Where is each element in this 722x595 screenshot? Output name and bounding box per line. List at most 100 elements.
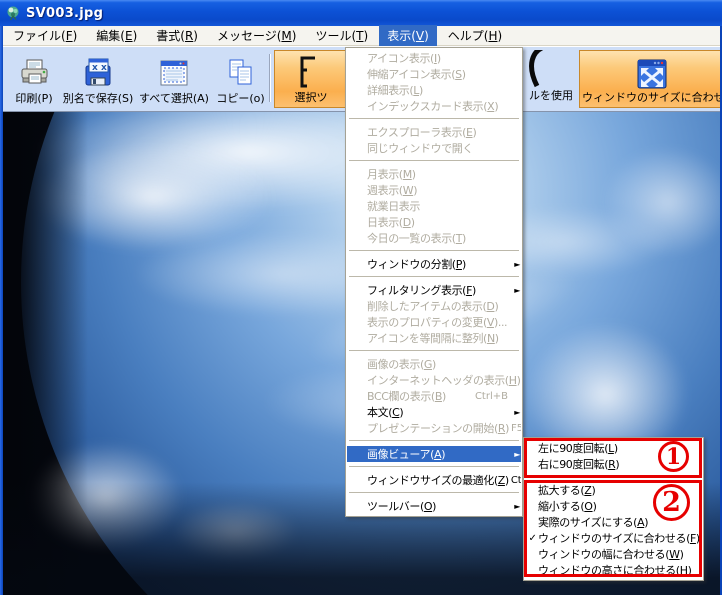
save-as-icon: x x bbox=[82, 53, 114, 89]
menu-item: エクスプローラ表示(E) bbox=[347, 124, 521, 140]
toolbar-button-label: 別名で保存(S) bbox=[63, 92, 134, 105]
menu-item-label: 今日の一覧の表示(T) bbox=[367, 230, 466, 246]
annotation-callout-1: 1 bbox=[658, 441, 689, 472]
menu-item: インデックスカード表示(X) bbox=[347, 98, 521, 114]
menu-item: 同じウィンドウで開く bbox=[347, 140, 521, 156]
toolbar-button-label: 印刷(P) bbox=[15, 92, 52, 105]
menu-item: 削除したアイテムの表示(D) bbox=[347, 298, 521, 314]
toolbar-separator bbox=[269, 54, 271, 102]
menu-item-label: 同じウィンドウで開く bbox=[367, 140, 473, 156]
menu-item[interactable]: ツールバー(O) ► bbox=[347, 498, 521, 514]
menu-item: 月表示(M) bbox=[347, 166, 521, 182]
menu-item-label: インデックスカード表示(X) bbox=[367, 98, 498, 114]
menu-bar: ファイル(F)編集(E)書式(R)メッセージ(M)ツール(T)表示(V)ヘルプ(… bbox=[3, 26, 720, 46]
toolbar-button-label: すべて選択(A) bbox=[139, 92, 209, 105]
menu-item-label: ウィンドウサイズの最適化(Z) bbox=[367, 472, 509, 488]
menu-item-label: プレゼンテーションの開始(R) bbox=[367, 420, 509, 436]
menu-item: インターネットヘッダの表示(H) bbox=[347, 372, 521, 388]
menu-item-label: 画像ビューア(A) bbox=[367, 446, 445, 462]
menu-item: BCC欄の表示(B)Ctrl+B bbox=[347, 388, 521, 404]
menubar-item[interactable]: ツール(T) bbox=[307, 25, 376, 46]
menu-item-shortcut: Ctrl+^ bbox=[511, 475, 521, 486]
menu-item-label: 就業日表示 bbox=[367, 198, 420, 214]
menu-item-label: 画像の表示(G) bbox=[367, 356, 436, 372]
menubar-item[interactable]: 表示(V) bbox=[379, 25, 437, 46]
select-all-button[interactable]: すべて選択(A) bbox=[136, 50, 212, 108]
menu-separator bbox=[349, 118, 519, 120]
menubar-item[interactable]: 編集(E) bbox=[88, 25, 145, 46]
selection-tool-icon bbox=[295, 54, 327, 90]
svg-text:x x: x x bbox=[92, 63, 107, 73]
menu-separator bbox=[349, 350, 519, 352]
menu-item-label: 伸縮アイコン表示(S) bbox=[367, 66, 466, 82]
fit-window-button[interactable]: ウィンドウのサイズに合わせる( bbox=[579, 50, 722, 108]
menu-separator bbox=[349, 440, 519, 442]
menu-item-label: ツールバー(O) bbox=[367, 498, 436, 514]
menu-item: 画像の表示(G) bbox=[347, 356, 521, 372]
print-button[interactable]: 印刷(P) bbox=[8, 50, 60, 108]
menubar-item[interactable]: 書式(R) bbox=[148, 25, 206, 46]
menu-item-label: エクスプローラ表示(E) bbox=[367, 124, 476, 140]
view-menu-dropdown: アイコン表示(I)伸縮アイコン表示(S)詳細表示(L)インデックスカード表示(X… bbox=[345, 47, 523, 517]
menu-item-label: 削除したアイテムの表示(D) bbox=[367, 298, 498, 314]
menu-item-label: 日表示(D) bbox=[367, 214, 415, 230]
menu-item[interactable]: ウィンドウサイズの最適化(Z)Ctrl+^ bbox=[347, 472, 521, 488]
menu-item: 就業日表示 bbox=[347, 198, 521, 214]
menu-item-shortcut: Ctrl+B bbox=[475, 391, 510, 402]
window-title: SV003.jpg bbox=[26, 6, 103, 21]
menu-separator bbox=[349, 276, 519, 278]
toolbar-button-label: ルを使用 bbox=[529, 89, 573, 102]
copy-button[interactable]: コピー(o) bbox=[212, 50, 269, 108]
save-as-button[interactable]: x x 別名で保存(S) bbox=[60, 50, 136, 108]
menu-separator bbox=[349, 492, 519, 494]
app-icon bbox=[5, 5, 21, 21]
printer-icon bbox=[18, 53, 50, 89]
menu-separator bbox=[349, 250, 519, 252]
select-all-icon bbox=[158, 53, 190, 89]
menu-item: 今日の一覧の表示(T) bbox=[347, 230, 521, 246]
menu-item[interactable]: ウィンドウの分割(P) ► bbox=[347, 256, 521, 272]
menu-item: 日表示(D) bbox=[347, 214, 521, 230]
menubar-item[interactable]: ファイル(F) bbox=[5, 25, 85, 46]
copy-icon bbox=[225, 53, 257, 89]
menu-item: 伸縮アイコン表示(S) bbox=[347, 66, 521, 82]
menu-item[interactable]: 本文(C) ► bbox=[347, 404, 521, 420]
menu-item-label: 月表示(M) bbox=[367, 166, 416, 182]
menu-separator bbox=[349, 466, 519, 468]
menubar-item[interactable]: メッセージ(M) bbox=[209, 25, 305, 46]
menu-item[interactable]: フィルタリング表示(F) ► bbox=[347, 282, 521, 298]
submenu-arrow-icon: ► bbox=[510, 450, 521, 459]
menu-item-label: アイコンを等間隔に整列(N) bbox=[367, 330, 499, 346]
menu-item: アイコンを等間隔に整列(N) bbox=[347, 330, 521, 346]
menu-item-label: 詳細表示(L) bbox=[367, 82, 423, 98]
toolbar-button-label: コピー(o) bbox=[216, 92, 264, 105]
menu-item-label: 表示のプロパティの変更(V)... bbox=[367, 314, 507, 330]
menu-separator bbox=[349, 160, 519, 162]
menu-item: 週表示(W) bbox=[347, 182, 521, 198]
menu-item-label: フィルタリング表示(F) bbox=[367, 282, 476, 298]
hand-tool-icon bbox=[523, 52, 553, 88]
menu-item-label: ウィンドウの分割(P) bbox=[367, 256, 466, 272]
menu-item-label: 本文(C) bbox=[367, 404, 403, 420]
menu-item: 詳細表示(L) bbox=[347, 82, 521, 98]
menu-item: プレゼンテーションの開始(R)F5 bbox=[347, 420, 521, 436]
selection-tool-button[interactable]: 選択ツ bbox=[274, 50, 348, 108]
window-border-left bbox=[0, 26, 3, 595]
menu-item: 表示のプロパティの変更(V)... bbox=[347, 314, 521, 330]
fit-to-window-icon bbox=[636, 54, 668, 90]
menubar-item[interactable]: ヘルプ(H) bbox=[440, 25, 510, 46]
menu-item: アイコン表示(I) bbox=[347, 50, 521, 66]
menu-item-label: アイコン表示(I) bbox=[367, 50, 441, 66]
menu-item[interactable]: 画像ビューア(A) ► bbox=[347, 446, 521, 462]
menu-item-label: インターネットヘッダの表示(H) bbox=[367, 372, 520, 388]
submenu-arrow-icon: ► bbox=[510, 408, 521, 417]
submenu-arrow-icon: ► bbox=[510, 502, 521, 511]
toolbar-button-label: ウィンドウのサイズに合わせる( bbox=[580, 91, 722, 104]
menu-item-shortcut: F5 bbox=[511, 423, 521, 434]
submenu-arrow-icon: ► bbox=[510, 260, 521, 269]
annotation-callout-2: 2 bbox=[653, 484, 690, 521]
menu-item-label: 週表示(W) bbox=[367, 182, 417, 198]
application-window: SV003.jpg ファイル(F)編集(E)書式(R)メッセージ(M)ツール(T… bbox=[0, 0, 722, 595]
toolbar-button-label: 選択ツ bbox=[295, 91, 328, 104]
submenu-arrow-icon: ► bbox=[510, 286, 521, 295]
